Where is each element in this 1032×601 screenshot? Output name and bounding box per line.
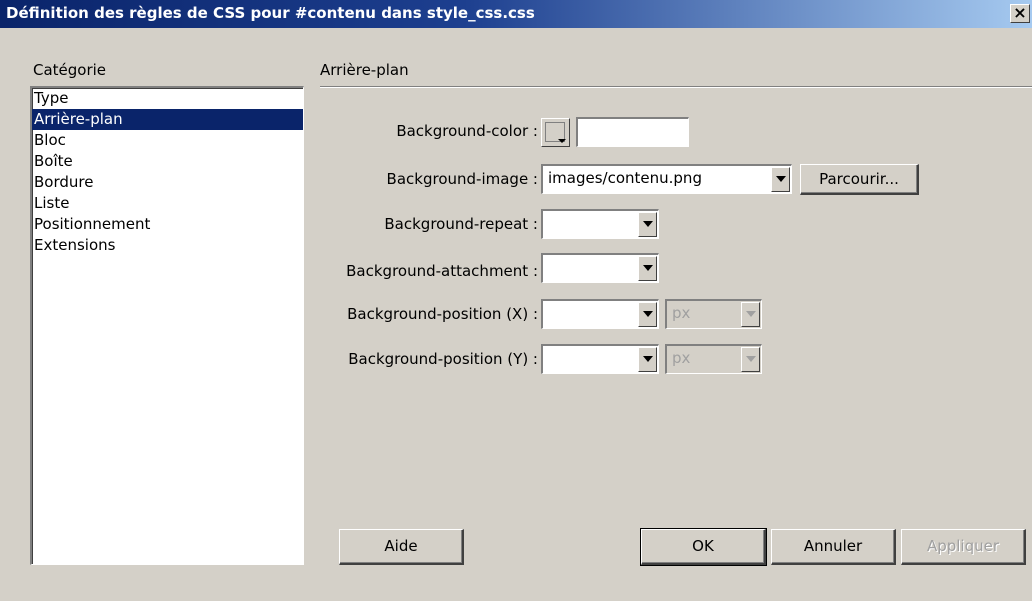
bg-attachment-label: Background-attachment : xyxy=(346,262,538,280)
chevron-down-icon xyxy=(643,356,653,362)
category-list[interactable]: Type Arrière-plan Bloc Boîte Bordure Lis… xyxy=(30,86,304,565)
bg-pos-x-unit-select: px xyxy=(665,299,762,329)
bg-repeat-label: Background-repeat : xyxy=(384,215,538,233)
bg-color-label: Background-color : xyxy=(396,122,538,140)
close-icon: × xyxy=(1013,3,1027,22)
bg-image-value: images/contenu.png xyxy=(548,169,702,187)
bg-pos-x-unit-dropdown-button xyxy=(741,302,760,327)
category-item-border[interactable]: Bordure xyxy=(32,172,303,193)
category-item-type[interactable]: Type xyxy=(32,88,303,109)
bg-attachment-select[interactable] xyxy=(541,253,659,283)
category-item-list[interactable]: Liste xyxy=(32,193,303,214)
chevron-down-icon xyxy=(643,221,653,227)
bg-pos-y-select[interactable] xyxy=(541,344,659,374)
color-picker-button[interactable] xyxy=(541,118,570,147)
title-bar: Définition des règles de CSS pour #conte… xyxy=(0,0,1032,28)
section-title: Arrière-plan xyxy=(320,61,409,79)
chevron-down-icon xyxy=(746,311,756,317)
bg-pos-x-label: Background-position (X) : xyxy=(347,305,538,323)
bg-image-combo[interactable]: images/contenu.png xyxy=(541,164,792,194)
apply-button: Appliquer xyxy=(901,529,1026,565)
cancel-button[interactable]: Annuler xyxy=(771,529,896,565)
close-button[interactable]: × xyxy=(1010,4,1030,23)
bg-pos-x-select[interactable] xyxy=(541,299,659,329)
bg-repeat-dropdown-button[interactable] xyxy=(638,212,657,237)
category-item-block[interactable]: Bloc xyxy=(32,130,303,151)
window-title: Définition des règles de CSS pour #conte… xyxy=(6,4,535,22)
caret-down-icon xyxy=(558,139,566,143)
bg-pos-x-unit: px xyxy=(672,304,691,322)
category-item-extensions[interactable]: Extensions xyxy=(32,235,303,256)
category-item-background[interactable]: Arrière-plan xyxy=(32,109,303,130)
bg-color-input[interactable] xyxy=(576,117,689,147)
section-divider xyxy=(320,86,1032,88)
bg-pos-y-unit: px xyxy=(672,349,691,367)
chevron-down-icon xyxy=(746,356,756,362)
bg-pos-x-dropdown-button[interactable] xyxy=(638,302,657,327)
category-item-box[interactable]: Boîte xyxy=(32,151,303,172)
bg-pos-y-unit-select: px xyxy=(665,344,762,374)
help-button[interactable]: Aide xyxy=(339,529,464,565)
bg-pos-y-label: Background-position (Y) : xyxy=(348,350,538,368)
chevron-down-icon xyxy=(643,311,653,317)
bg-pos-y-unit-dropdown-button xyxy=(741,347,760,372)
category-label: Catégorie xyxy=(33,61,107,79)
bg-image-dropdown-button[interactable] xyxy=(771,167,790,192)
category-item-positioning[interactable]: Positionnement xyxy=(32,214,303,235)
ok-button[interactable]: OK xyxy=(640,528,767,566)
chevron-down-icon xyxy=(643,265,653,271)
browse-button[interactable]: Parcourir... xyxy=(800,164,919,195)
bg-pos-y-dropdown-button[interactable] xyxy=(638,347,657,372)
bg-image-label: Background-image : xyxy=(386,170,538,188)
chevron-down-icon xyxy=(776,176,786,182)
bg-attachment-dropdown-button[interactable] xyxy=(638,256,657,281)
bg-repeat-select[interactable] xyxy=(541,209,659,239)
